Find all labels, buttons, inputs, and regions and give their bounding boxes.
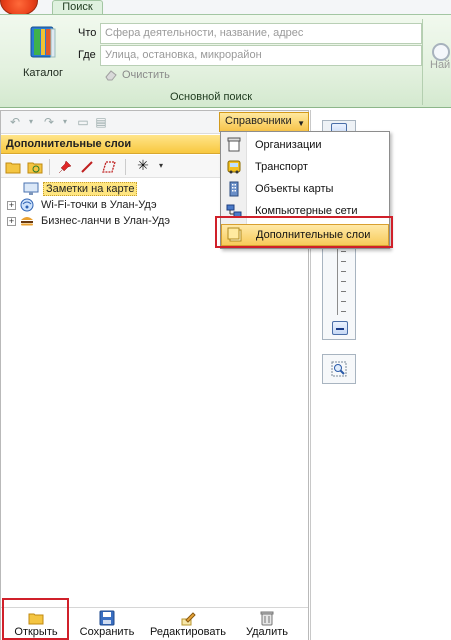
zoom-tick xyxy=(341,311,346,312)
directories-button[interactable]: Справочники ▼ xyxy=(219,112,309,132)
line-draw-icon[interactable] xyxy=(79,159,95,175)
asterisk-icon[interactable]: ✳ xyxy=(135,158,151,172)
tree-item-business-lunch[interactable]: + Бизнес-ланчи в Улан-Удэ xyxy=(7,213,172,229)
floppy-disk-icon xyxy=(99,610,115,626)
chevron-down-icon: ▼ xyxy=(297,119,305,128)
ribbon-search-group: Каталог Что Сфера деятельности, название… xyxy=(0,14,451,108)
catalog-label: Каталог xyxy=(23,67,63,79)
back-dropdown-icon[interactable]: ▾ xyxy=(23,115,39,129)
delete-label: Удалить xyxy=(246,626,288,638)
pin-icon[interactable] xyxy=(57,159,73,175)
zoom-tick xyxy=(341,261,346,262)
find-label[interactable]: Най xyxy=(430,59,450,71)
menu-item-map-objects[interactable]: Объекты карты xyxy=(221,178,389,200)
tree-item-wifi[interactable]: + Wi-Fi-точки в Улан-Удэ xyxy=(7,197,159,213)
catalog-button[interactable]: Каталог xyxy=(18,23,68,85)
edit-button[interactable]: Редактировать xyxy=(145,610,231,640)
menu-item-label: Организации xyxy=(255,139,322,151)
back-arrow-icon[interactable]: ↶ xyxy=(7,115,23,129)
toolbar-divider xyxy=(49,159,50,175)
wifi-icon xyxy=(20,198,34,212)
pencil-edit-icon xyxy=(181,612,196,626)
directories-label: Справочники xyxy=(225,115,292,127)
additional-layers-highlight-frame xyxy=(215,216,393,248)
panel-split-icon[interactable]: ▤ xyxy=(93,115,109,129)
menu-item-label: Транспорт xyxy=(255,161,308,173)
zoom-tick xyxy=(341,291,346,292)
open-button-highlight-frame xyxy=(2,598,69,640)
eraser-icon xyxy=(105,70,117,81)
menu-item-organizations[interactable]: Организации xyxy=(221,134,389,156)
ribbon-separator xyxy=(422,19,423,105)
zoom-slider[interactable] xyxy=(322,240,356,340)
organizations-icon xyxy=(227,137,241,152)
save-label: Сохранить xyxy=(79,626,135,638)
refresh-folder-icon[interactable] xyxy=(27,159,43,175)
what-label: Что xyxy=(78,27,97,39)
zoom-tick xyxy=(341,251,346,252)
toolbar-divider xyxy=(125,159,126,175)
zoom-tick xyxy=(341,301,346,302)
forward-dropdown-icon[interactable]: ▾ xyxy=(57,115,73,129)
clear-label: Очистить xyxy=(122,69,170,81)
what-search-input[interactable]: Сфера деятельности, название, адрес xyxy=(100,23,422,44)
building-icon xyxy=(229,181,239,197)
edit-label: Редактировать xyxy=(150,626,226,638)
panel-layout-icon[interactable]: ▭ xyxy=(75,115,91,129)
burger-icon xyxy=(21,217,33,226)
forward-arrow-icon[interactable]: ↷ xyxy=(41,115,57,129)
zoom-out-button[interactable] xyxy=(332,321,348,335)
menu-item-label: Объекты карты xyxy=(255,183,334,195)
save-button[interactable]: Сохранить xyxy=(75,610,139,640)
tree-item-label: Заметки на карте xyxy=(43,182,138,196)
where-label: Где xyxy=(78,49,96,61)
expand-icon[interactable]: + xyxy=(7,200,16,210)
zoom-area-magnifier-icon xyxy=(331,361,347,377)
ribbon-group-label: Основной поиск xyxy=(169,91,253,103)
notes-monitor-icon xyxy=(23,182,39,195)
tree-item-notes[interactable]: Заметки на карте xyxy=(23,181,138,197)
open-folder-icon[interactable] xyxy=(5,159,21,175)
tree-item-label: Wi-Fi-точки в Улан-Удэ xyxy=(41,199,157,211)
asterisk-dropdown-icon[interactable]: ▾ xyxy=(153,159,169,173)
zoom-tick xyxy=(341,281,346,282)
where-search-input[interactable]: Улица, остановка, микрорайон xyxy=(100,45,422,66)
zoom-tick xyxy=(341,271,346,272)
catalog-book-icon xyxy=(30,26,56,58)
zoom-area-button[interactable] xyxy=(322,354,356,384)
delete-button[interactable]: Удалить xyxy=(239,610,295,640)
polygon-draw-icon[interactable] xyxy=(101,159,117,175)
tree-item-label: Бизнес-ланчи в Улан-Удэ xyxy=(41,215,171,227)
tab-search[interactable]: Поиск xyxy=(52,0,103,15)
bus-icon xyxy=(227,160,241,174)
clear-button[interactable]: Очистить xyxy=(104,67,170,83)
expand-icon[interactable]: + xyxy=(7,216,16,226)
menu-item-transport[interactable]: Транспорт xyxy=(221,156,389,178)
trash-icon xyxy=(260,611,274,626)
